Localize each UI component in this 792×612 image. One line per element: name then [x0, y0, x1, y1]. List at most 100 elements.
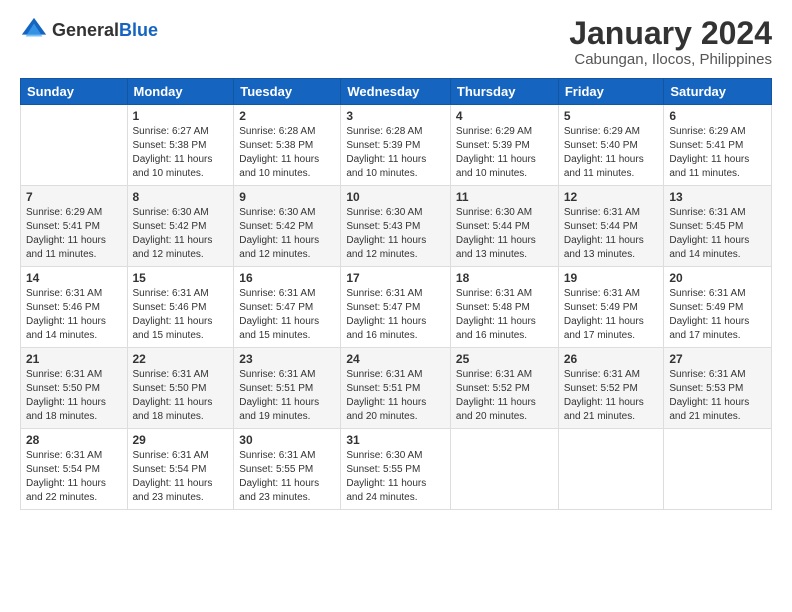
- calendar-cell: 23Sunrise: 6:31 AMSunset: 5:51 PMDayligh…: [234, 348, 341, 429]
- day-number: 11: [456, 190, 553, 204]
- day-number: 16: [239, 271, 335, 285]
- day-number: 29: [133, 433, 229, 447]
- subtitle: Cabungan, Ilocos, Philippines: [569, 51, 772, 68]
- logo-general: General: [52, 20, 119, 40]
- logo-text: GeneralBlue: [52, 20, 158, 41]
- day-number: 12: [564, 190, 659, 204]
- cell-info: Sunrise: 6:31 AMSunset: 5:52 PMDaylight:…: [456, 368, 553, 424]
- cell-info: Sunrise: 6:30 AMSunset: 5:44 PMDaylight:…: [456, 206, 553, 262]
- logo: GeneralBlue: [20, 16, 158, 44]
- day-number: 7: [26, 190, 122, 204]
- calendar-cell: 10Sunrise: 6:30 AMSunset: 5:43 PMDayligh…: [341, 186, 451, 267]
- calendar-cell: 31Sunrise: 6:30 AMSunset: 5:55 PMDayligh…: [341, 429, 451, 510]
- calendar-cell: 5 Sunrise: 6:29 AMSunset: 5:40 PMDaylight…: [558, 105, 664, 186]
- calendar-cell: 13 Sunrise: 6:31 AMSunset: 5:45 PMDayligh…: [664, 186, 772, 267]
- cell-info: Sunrise: 6:31 AMSunset: 5:46 PMDaylight:…: [133, 287, 229, 343]
- calendar-cell: 26 Sunrise: 6:31 AMSunset: 5:52 PMDayligh…: [558, 348, 664, 429]
- calendar-cell: [21, 105, 128, 186]
- calendar-cell: [664, 429, 772, 510]
- day-number: 25: [456, 352, 553, 366]
- cell-info: Sunrise: 6:31 AMSunset: 5:45 PMDaylight:…: [669, 206, 766, 262]
- cell-info: Sunrise: 6:30 AMSunset: 5:42 PMDaylight:…: [239, 206, 335, 262]
- day-header-wednesday: Wednesday: [341, 79, 451, 105]
- day-number: 13: [669, 190, 766, 204]
- cell-info: Sunrise: 6:31 AMSunset: 5:54 PMDaylight:…: [26, 449, 122, 505]
- page: GeneralBlue January 2024 Cabungan, Iloco…: [0, 0, 792, 520]
- day-number: 22: [133, 352, 229, 366]
- day-number: 30: [239, 433, 335, 447]
- calendar-cell: 12 Sunrise: 6:31 AMSunset: 5:44 PMDayligh…: [558, 186, 664, 267]
- calendar-cell: 9 Sunrise: 6:30 AMSunset: 5:42 PMDaylight…: [234, 186, 341, 267]
- day-number: 3: [346, 109, 445, 123]
- day-header-friday: Friday: [558, 79, 664, 105]
- cell-info: Sunrise: 6:30 AMSunset: 5:42 PMDaylight:…: [133, 206, 229, 262]
- day-number: 10: [346, 190, 445, 204]
- cell-info: Sunrise: 6:31 AMSunset: 5:55 PMDaylight:…: [239, 449, 335, 505]
- calendar-cell: 29 Sunrise: 6:31 AMSunset: 5:54 PMDayligh…: [127, 429, 234, 510]
- cell-info: Sunrise: 6:29 AMSunset: 5:41 PMDaylight:…: [26, 206, 122, 262]
- calendar-cell: 20 Sunrise: 6:31 AMSunset: 5:49 PMDayligh…: [664, 267, 772, 348]
- calendar-cell: 3 Sunrise: 6:28 AMSunset: 5:39 PMDaylight…: [341, 105, 451, 186]
- main-title: January 2024: [569, 16, 772, 51]
- cell-info: Sunrise: 6:31 AMSunset: 5:49 PMDaylight:…: [669, 287, 766, 343]
- calendar-cell: 4 Sunrise: 6:29 AMSunset: 5:39 PMDaylight…: [450, 105, 558, 186]
- cell-info: Sunrise: 6:31 AMSunset: 5:44 PMDaylight:…: [564, 206, 659, 262]
- calendar-week-5: 28 Sunrise: 6:31 AMSunset: 5:54 PMDayligh…: [21, 429, 772, 510]
- day-number: 4: [456, 109, 553, 123]
- cell-info: Sunrise: 6:28 AMSunset: 5:39 PMDaylight:…: [346, 125, 445, 181]
- calendar-cell: 8 Sunrise: 6:30 AMSunset: 5:42 PMDaylight…: [127, 186, 234, 267]
- logo-icon: [20, 16, 48, 44]
- calendar-header-row: SundayMondayTuesdayWednesdayThursdayFrid…: [21, 79, 772, 105]
- calendar-cell: 17 Sunrise: 6:31 AMSunset: 5:47 PMDayligh…: [341, 267, 451, 348]
- day-number: 5: [564, 109, 659, 123]
- day-header-saturday: Saturday: [664, 79, 772, 105]
- day-number: 17: [346, 271, 445, 285]
- day-number: 9: [239, 190, 335, 204]
- calendar-cell: 19Sunrise: 6:31 AMSunset: 5:49 PMDayligh…: [558, 267, 664, 348]
- cell-info: Sunrise: 6:31 AMSunset: 5:50 PMDaylight:…: [26, 368, 122, 424]
- cell-info: Sunrise: 6:29 AMSunset: 5:40 PMDaylight:…: [564, 125, 659, 181]
- title-block: January 2024 Cabungan, Ilocos, Philippin…: [569, 16, 772, 68]
- day-number: 27: [669, 352, 766, 366]
- calendar-cell: 16Sunrise: 6:31 AMSunset: 5:47 PMDayligh…: [234, 267, 341, 348]
- calendar-cell: 27Sunrise: 6:31 AMSunset: 5:53 PMDayligh…: [664, 348, 772, 429]
- day-number: 18: [456, 271, 553, 285]
- cell-info: Sunrise: 6:31 AMSunset: 5:50 PMDaylight:…: [133, 368, 229, 424]
- day-number: 20: [669, 271, 766, 285]
- calendar-cell: 21 Sunrise: 6:31 AMSunset: 5:50 PMDayligh…: [21, 348, 128, 429]
- calendar-cell: 11 Sunrise: 6:30 AMSunset: 5:44 PMDayligh…: [450, 186, 558, 267]
- day-number: 15: [133, 271, 229, 285]
- day-header-thursday: Thursday: [450, 79, 558, 105]
- calendar-cell: 2Sunrise: 6:28 AMSunset: 5:38 PMDaylight…: [234, 105, 341, 186]
- cell-info: Sunrise: 6:31 AMSunset: 5:51 PMDaylight:…: [239, 368, 335, 424]
- calendar-cell: 18Sunrise: 6:31 AMSunset: 5:48 PMDayligh…: [450, 267, 558, 348]
- calendar-cell: 30 Sunrise: 6:31 AMSunset: 5:55 PMDayligh…: [234, 429, 341, 510]
- day-number: 1: [133, 109, 229, 123]
- calendar-cell: 14 Sunrise: 6:31 AMSunset: 5:46 PMDayligh…: [21, 267, 128, 348]
- cell-info: Sunrise: 6:31 AMSunset: 5:47 PMDaylight:…: [346, 287, 445, 343]
- calendar-cell: 15 Sunrise: 6:31 AMSunset: 5:46 PMDayligh…: [127, 267, 234, 348]
- day-number: 8: [133, 190, 229, 204]
- calendar-cell: 24Sunrise: 6:31 AMSunset: 5:51 PMDayligh…: [341, 348, 451, 429]
- cell-info: Sunrise: 6:31 AMSunset: 5:46 PMDaylight:…: [26, 287, 122, 343]
- calendar-week-2: 7 Sunrise: 6:29 AMSunset: 5:41 PMDaylight…: [21, 186, 772, 267]
- day-number: 14: [26, 271, 122, 285]
- day-number: 26: [564, 352, 659, 366]
- calendar-cell: 1 Sunrise: 6:27 AMSunset: 5:38 PMDaylight…: [127, 105, 234, 186]
- calendar-cell: [558, 429, 664, 510]
- day-number: 6: [669, 109, 766, 123]
- cell-info: Sunrise: 6:27 AMSunset: 5:38 PMDaylight:…: [133, 125, 229, 181]
- calendar-week-1: 1 Sunrise: 6:27 AMSunset: 5:38 PMDaylight…: [21, 105, 772, 186]
- cell-info: Sunrise: 6:29 AMSunset: 5:39 PMDaylight:…: [456, 125, 553, 181]
- calendar-cell: 6Sunrise: 6:29 AMSunset: 5:41 PMDaylight…: [664, 105, 772, 186]
- cell-info: Sunrise: 6:31 AMSunset: 5:52 PMDaylight:…: [564, 368, 659, 424]
- calendar-cell: 25 Sunrise: 6:31 AMSunset: 5:52 PMDayligh…: [450, 348, 558, 429]
- day-number: 21: [26, 352, 122, 366]
- cell-info: Sunrise: 6:31 AMSunset: 5:51 PMDaylight:…: [346, 368, 445, 424]
- day-header-sunday: Sunday: [21, 79, 128, 105]
- cell-info: Sunrise: 6:31 AMSunset: 5:54 PMDaylight:…: [133, 449, 229, 505]
- cell-info: Sunrise: 6:28 AMSunset: 5:38 PMDaylight:…: [239, 125, 335, 181]
- day-header-tuesday: Tuesday: [234, 79, 341, 105]
- day-number: 28: [26, 433, 122, 447]
- day-number: 31: [346, 433, 445, 447]
